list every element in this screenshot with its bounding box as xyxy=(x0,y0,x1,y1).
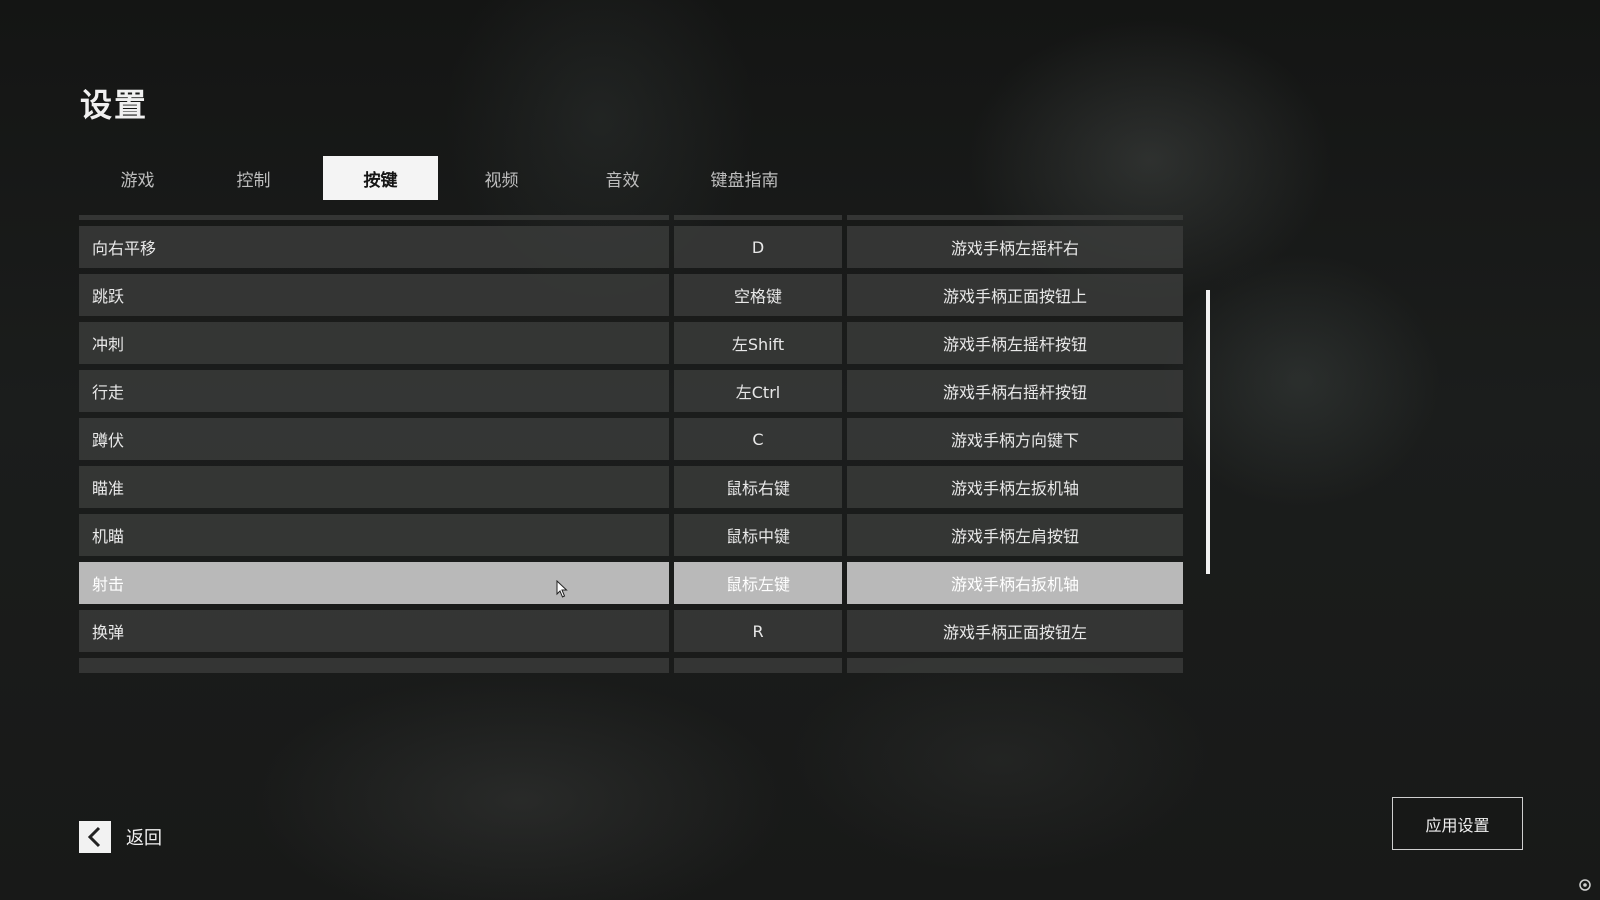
row-action-cell: 蹲伏 xyxy=(79,418,669,460)
row-action-cell: 向右平移 xyxy=(79,226,669,268)
row-action-cell: 跳跃 xyxy=(79,274,669,316)
page-title: 设置 xyxy=(80,86,149,124)
tab-controls[interactable]: 控制 xyxy=(196,156,311,200)
row-action-cell: 换弹 xyxy=(79,610,669,652)
row-action-cell xyxy=(79,658,669,673)
row-key-cell xyxy=(674,658,842,673)
row-action-cell: 射击 xyxy=(79,562,669,604)
tab-keybinds[interactable]: 按键 xyxy=(323,156,438,200)
row-action-cell: 瞄准 xyxy=(79,466,669,508)
status-indicator-icon xyxy=(1579,879,1591,891)
row-gamepad-cell[interactable]: 游戏手柄左扳机轴 xyxy=(847,466,1183,508)
row-key-cell xyxy=(674,215,842,220)
row-key-cell[interactable]: C xyxy=(674,418,842,460)
row-action-cell: 机瞄 xyxy=(79,514,669,556)
table-row[interactable]: 行走 左Ctrl 游戏手柄右摇杆按钮 xyxy=(79,370,1185,412)
row-gamepad-cell[interactable]: 游戏手柄左摇杆右 xyxy=(847,226,1183,268)
row-action-cell: 冲刺 xyxy=(79,322,669,364)
scrollbar-thumb[interactable] xyxy=(1206,290,1210,574)
table-row-partial-bottom xyxy=(79,658,1185,673)
row-key-cell[interactable]: 鼠标中键 xyxy=(674,514,842,556)
table-row-partial-top xyxy=(79,215,1185,220)
row-key-cell[interactable]: 左Ctrl xyxy=(674,370,842,412)
row-action-cell: 行走 xyxy=(79,370,669,412)
row-gamepad-cell xyxy=(847,215,1183,220)
table-row[interactable]: 向右平移 D 游戏手柄左摇杆右 xyxy=(79,226,1185,268)
apply-settings-button[interactable]: 应用设置 xyxy=(1392,797,1523,850)
tab-video[interactable]: 视频 xyxy=(444,156,559,200)
row-key-cell[interactable]: R xyxy=(674,610,842,652)
row-gamepad-cell[interactable]: 游戏手柄左肩按钮 xyxy=(847,514,1183,556)
row-gamepad-cell[interactable]: 游戏手柄方向键下 xyxy=(847,418,1183,460)
back-label: 返回 xyxy=(126,828,162,849)
table-row[interactable]: 跳跃 空格键 游戏手柄正面按钮上 xyxy=(79,274,1185,316)
settings-tabs: 游戏 控制 按键 视频 音效 键盘指南 xyxy=(80,156,840,200)
chevron-left-icon xyxy=(79,821,111,853)
table-row-highlighted[interactable]: 射击 鼠标左键 游戏手柄右扳机轴 xyxy=(79,562,1185,604)
row-gamepad-cell[interactable]: 游戏手柄右扳机轴 xyxy=(847,562,1183,604)
table-row[interactable]: 冲刺 左Shift 游戏手柄左摇杆按钮 xyxy=(79,322,1185,364)
tab-keyboard-guide[interactable]: 键盘指南 xyxy=(687,156,802,200)
table-row[interactable]: 机瞄 鼠标中键 游戏手柄左肩按钮 xyxy=(79,514,1185,556)
row-key-cell[interactable]: D xyxy=(674,226,842,268)
row-action-cell xyxy=(79,215,669,220)
table-row[interactable]: 瞄准 鼠标右键 游戏手柄左扳机轴 xyxy=(79,466,1185,508)
row-key-cell[interactable]: 鼠标右键 xyxy=(674,466,842,508)
row-key-cell[interactable]: 左Shift xyxy=(674,322,842,364)
tab-game[interactable]: 游戏 xyxy=(80,156,195,200)
keybinding-list: 向右平移 D 游戏手柄左摇杆右 跳跃 空格键 游戏手柄正面按钮上 冲刺 左Shi… xyxy=(79,215,1185,673)
table-row[interactable]: 蹲伏 C 游戏手柄方向键下 xyxy=(79,418,1185,460)
back-button[interactable]: 返回 xyxy=(79,821,162,853)
row-gamepad-cell[interactable]: 游戏手柄右摇杆按钮 xyxy=(847,370,1183,412)
row-gamepad-cell[interactable]: 游戏手柄正面按钮上 xyxy=(847,274,1183,316)
mouse-cursor-icon xyxy=(556,580,568,598)
row-gamepad-cell[interactable]: 游戏手柄正面按钮左 xyxy=(847,610,1183,652)
row-gamepad-cell[interactable]: 游戏手柄左摇杆按钮 xyxy=(847,322,1183,364)
row-key-cell[interactable]: 鼠标左键 xyxy=(674,562,842,604)
tab-audio[interactable]: 音效 xyxy=(565,156,680,200)
row-key-cell[interactable]: 空格键 xyxy=(674,274,842,316)
row-gamepad-cell xyxy=(847,658,1183,673)
table-row[interactable]: 换弹 R 游戏手柄正面按钮左 xyxy=(79,610,1185,652)
